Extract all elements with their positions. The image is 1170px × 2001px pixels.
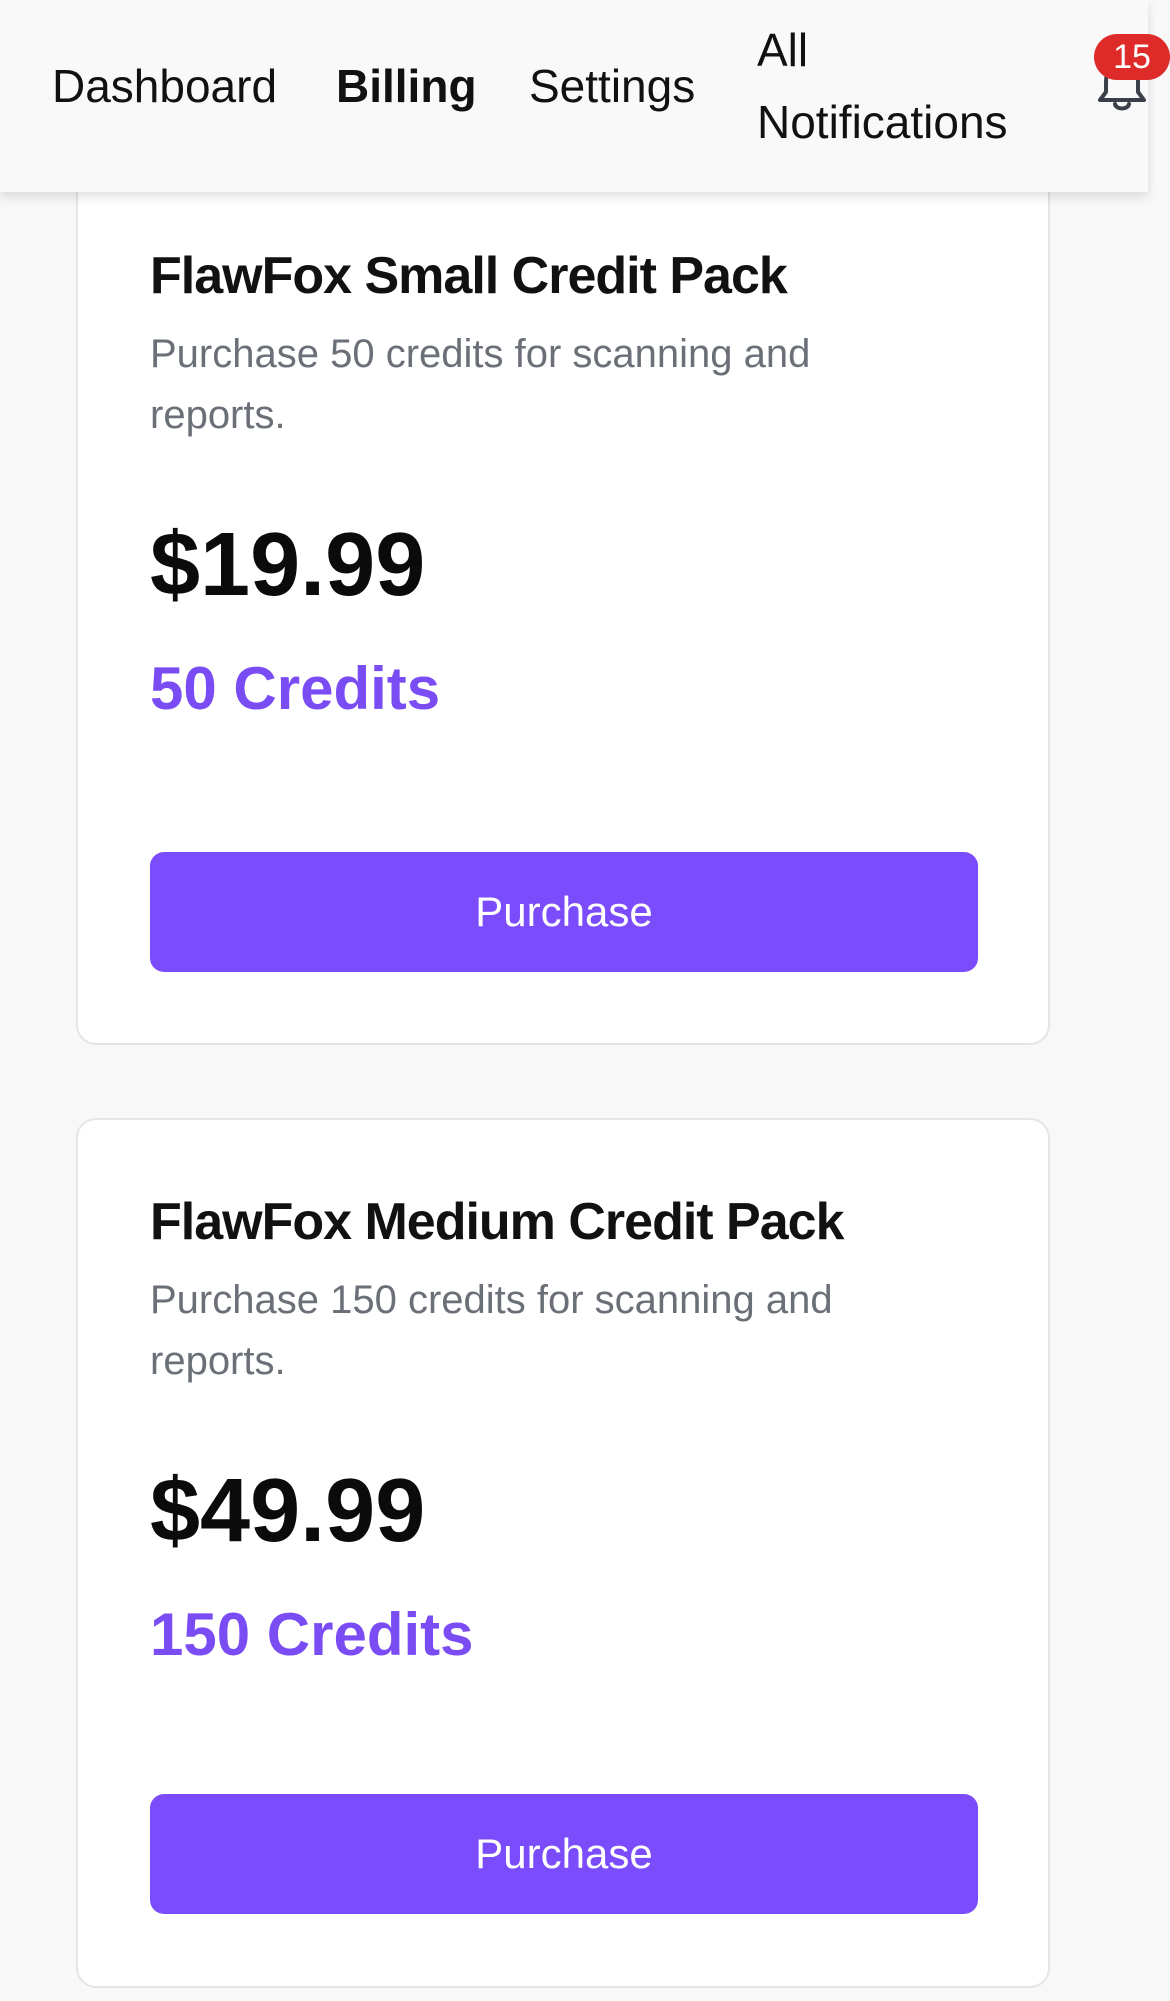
pack-price: $19.99 [150, 515, 426, 615]
credit-pack-card-medium: FlawFox Medium Credit Pack Purchase 150 … [76, 1118, 1050, 1988]
nav-all-notifications[interactable]: All Notifications [757, 14, 1057, 158]
billing-page: Dashboard Billing Settings All Notificat… [0, 0, 1170, 2001]
pack-description: Purchase 50 credits for scanning and rep… [150, 332, 811, 437]
pack-price: $49.99 [150, 1461, 426, 1561]
pack-title: FlawFox Small Credit Pack [150, 247, 788, 305]
top-navigation: Dashboard Billing Settings All Notificat… [0, 0, 1170, 192]
nav-billing[interactable]: Billing [336, 50, 477, 122]
purchase-button[interactable]: Purchase [150, 852, 978, 972]
nav-dashboard[interactable]: Dashboard [52, 50, 277, 122]
credit-pack-card-small: FlawFox Small Credit Pack Purchase 50 cr… [76, 110, 1050, 1045]
purchase-button[interactable]: Purchase [150, 1794, 978, 1914]
pack-credits: 150 Credits [150, 1601, 474, 1668]
nav-settings[interactable]: Settings [529, 50, 695, 122]
pack-description: Purchase 150 credits for scanning and re… [150, 1278, 833, 1383]
notification-count-badge: 15 [1094, 34, 1170, 80]
pack-title: FlawFox Medium Credit Pack [150, 1193, 844, 1251]
pack-credits: 50 Credits [150, 655, 441, 722]
